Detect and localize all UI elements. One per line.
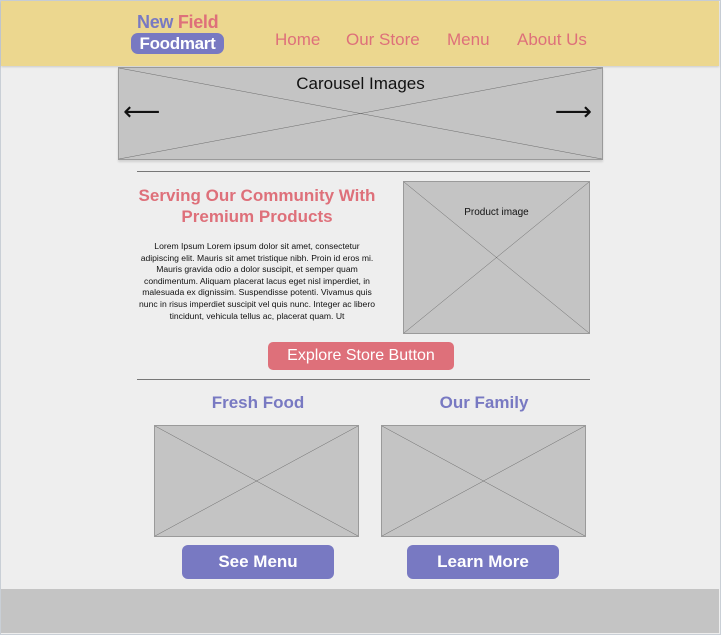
- fresh-food-heading: Fresh Food: [211, 393, 305, 412]
- logo-word-new: New: [137, 12, 174, 32]
- our-family-image-placeholder: [381, 425, 586, 537]
- nav-link-about-us[interactable]: About Us: [517, 30, 587, 50]
- product-image-placeholder: Product image: [403, 181, 590, 334]
- fresh-food-placeholder-cross: [155, 426, 358, 536]
- image-carousel[interactable]: Carousel Images ⟵ ⟶: [118, 67, 603, 160]
- site-header: New Field Foodmart Home Our Store Menu A…: [1, 1, 719, 66]
- logo-badge-foodmart[interactable]: Foodmart: [131, 33, 224, 54]
- product-placeholder-cross: [404, 182, 589, 333]
- intro-heading: Serving Our Community With Premium Produ…: [138, 186, 376, 226]
- logo-wordmark[interactable]: New Field: [137, 12, 219, 33]
- carousel-next-arrow-icon[interactable]: ⟶: [555, 97, 592, 125]
- fresh-food-image-placeholder: [154, 425, 359, 537]
- see-menu-button[interactable]: See Menu: [182, 545, 334, 579]
- intro-body-text: Lorem Ipsum Lorem ipsum dolor sit amet, …: [139, 241, 375, 321]
- learn-more-button[interactable]: Learn More: [407, 545, 559, 579]
- carousel-prev-arrow-icon[interactable]: ⟵: [123, 97, 160, 125]
- nav-link-our-store[interactable]: Our Store: [346, 30, 420, 50]
- our-family-heading: Our Family: [439, 393, 529, 412]
- section-divider-bottom: [137, 379, 590, 380]
- logo-word-field: Field: [177, 12, 219, 32]
- explore-store-button[interactable]: Explore Store Button: [268, 342, 454, 370]
- nav-link-menu[interactable]: Menu: [447, 30, 490, 50]
- site-footer: [1, 589, 719, 633]
- nav-link-home[interactable]: Home: [275, 30, 320, 50]
- our-family-placeholder-cross: [382, 426, 585, 536]
- section-divider-top: [137, 171, 590, 172]
- carousel-title: Carousel Images: [296, 74, 425, 93]
- product-image-label: Product image: [464, 207, 529, 218]
